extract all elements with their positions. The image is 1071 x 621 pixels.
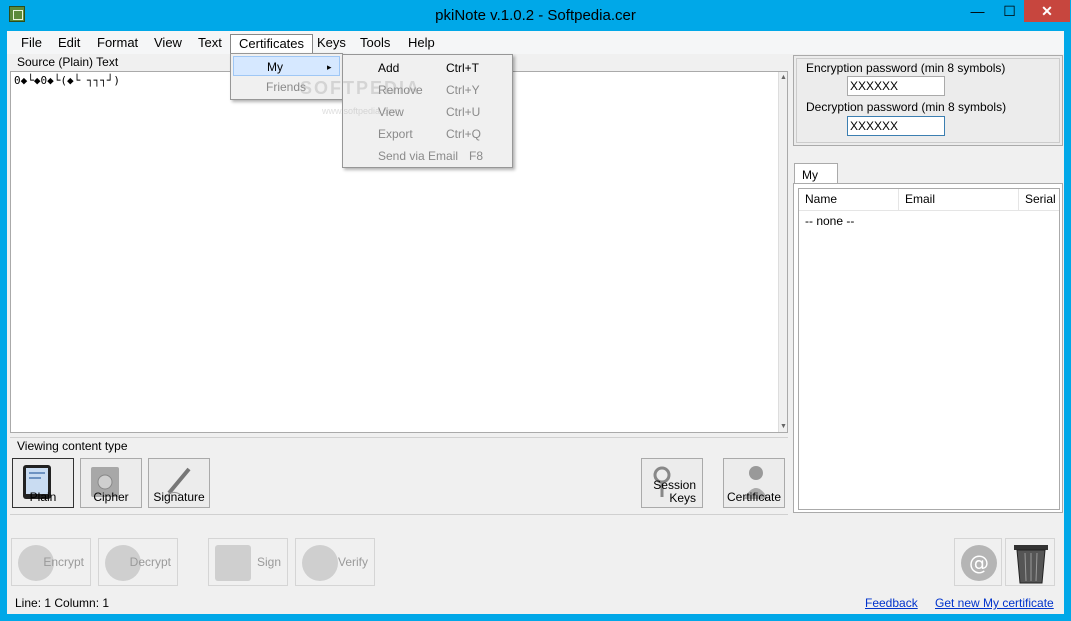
cursor-position: Line: 1 Column: 1 — [15, 596, 110, 610]
menu-item-my[interactable]: My ▸ — [233, 56, 340, 76]
trash-icon — [1014, 545, 1048, 584]
certificate-button[interactable]: Certificate — [723, 458, 785, 508]
plain-view-button[interactable]: Plain — [12, 458, 74, 508]
svg-text:@: @ — [969, 551, 989, 575]
decryption-password-label: Decryption password (min 8 symbols) — [806, 100, 1007, 114]
get-certificate-link[interactable]: Get new My certificate — [935, 596, 1054, 610]
tab-my[interactable]: My — [794, 163, 838, 184]
verify-button[interactable]: Verify — [295, 538, 375, 586]
send-email-label: Send via Email — [378, 149, 459, 163]
password-panel: Encryption password (min 8 symbols) XXXX… — [793, 55, 1063, 146]
divider — [10, 437, 788, 438]
view-shortcut: Ctrl+U — [446, 105, 481, 119]
column-name[interactable]: Name — [799, 189, 899, 210]
info-icon — [302, 545, 338, 581]
minimize-button[interactable]: — — [962, 0, 993, 22]
submenu-arrow-icon: ▸ — [327, 62, 332, 72]
list-item: -- none -- — [805, 214, 855, 228]
feedback-link[interactable]: Feedback — [865, 596, 918, 610]
add-label: Add — [378, 61, 400, 75]
menu-edit[interactable]: Edit — [50, 34, 88, 53]
watermark-url: www.softpedia.com — [322, 106, 400, 116]
encrypt-label: Encrypt — [43, 555, 84, 569]
export-shortcut: Ctrl+Q — [446, 127, 482, 141]
maximize-button[interactable]: ☐ — [994, 0, 1025, 22]
verify-label: Verify — [337, 555, 368, 569]
title-bar: pkiNote v.1.0.2 - Softpedia.cer — ☐ ✕ — [0, 0, 1071, 31]
at-sign-icon: @ — [961, 545, 997, 581]
menu-file[interactable]: File — [13, 34, 50, 53]
sign-label: Sign — [256, 555, 281, 569]
cipher-label: Cipher — [93, 490, 129, 504]
session-keys-button[interactable]: Session Keys — [641, 458, 703, 508]
signature-label: Signature — [153, 490, 205, 504]
divider — [10, 514, 788, 515]
submenu-item-export[interactable]: Export Ctrl+Q — [345, 124, 510, 144]
export-label: Export — [378, 127, 413, 141]
menu-certificates[interactable]: Certificates — [230, 34, 314, 53]
signature-view-button[interactable]: Signature — [148, 458, 210, 508]
menu-help[interactable]: Help — [400, 34, 443, 53]
menu-keys[interactable]: Keys — [309, 34, 354, 53]
remove-shortcut: Ctrl+Y — [446, 83, 480, 97]
status-bar: Line: 1 Column: 1 Feedback Get new My ce… — [7, 591, 1064, 614]
email-button[interactable]: @ — [954, 538, 1002, 586]
menu-format[interactable]: Format — [89, 34, 146, 53]
add-shortcut: Ctrl+T — [446, 61, 479, 75]
scroll-down-icon[interactable]: ▼ — [780, 423, 787, 430]
source-label: Source (Plain) Text — [17, 55, 119, 69]
decrypt-button[interactable]: Decrypt — [98, 538, 178, 586]
encryption-password-input[interactable]: XXXXXX — [847, 76, 945, 96]
decrypt-label: Decrypt — [129, 555, 171, 569]
cipher-view-button[interactable]: Cipher — [80, 458, 142, 508]
submenu-item-add[interactable]: Add Ctrl+T — [345, 58, 510, 78]
plain-label: Plain — [29, 490, 57, 504]
watermark: SOFTPEDIA — [300, 78, 422, 98]
submenu-item-send-email[interactable]: Send via Email F8 — [345, 146, 510, 166]
menu-text[interactable]: Text — [190, 34, 230, 53]
menu-view[interactable]: View — [146, 34, 190, 53]
list-header: Name Email Serial N — [799, 189, 1059, 211]
client-area: File Edit Format View Text Certificates … — [7, 31, 1064, 614]
encryption-password-label: Encryption password (min 8 symbols) — [806, 61, 1006, 75]
menu-tools[interactable]: Tools — [352, 34, 398, 53]
menu-bar: File Edit Format View Text Certificates … — [7, 31, 1064, 54]
sign-button[interactable]: Sign — [208, 538, 288, 586]
window-title: pkiNote v.1.0.2 - Softpedia.cer — [435, 7, 636, 24]
scroll-up-icon[interactable]: ▲ — [780, 74, 787, 81]
certificate-label: Certificate — [726, 490, 782, 504]
column-email[interactable]: Email — [899, 189, 1019, 210]
sign-check-icon — [215, 545, 251, 581]
decryption-password-input[interactable]: XXXXXX — [847, 116, 945, 136]
session-keys-label: Session Keys — [653, 478, 696, 505]
viewing-label: Viewing content type — [17, 439, 128, 453]
certificates-list[interactable]: Name Email Serial N -- none -- — [798, 188, 1060, 510]
certificates-tab-panel: Name Email Serial N -- none -- — [793, 183, 1063, 513]
trash-button[interactable] — [1005, 538, 1055, 586]
menu-item-my-label: My — [267, 60, 283, 74]
column-serial[interactable]: Serial N — [1019, 189, 1059, 210]
source-text-content: 0◆└◆0◆└(◆└ ┐┐┐┘) — [14, 74, 120, 87]
close-button[interactable]: ✕ — [1024, 0, 1070, 22]
source-scrollbar[interactable]: ▲ ▼ — [778, 72, 787, 432]
app-window: pkiNote v.1.0.2 - Softpedia.cer — ☐ ✕ Fi… — [0, 0, 1071, 621]
send-email-shortcut: F8 — [469, 149, 484, 163]
encrypt-button[interactable]: Encrypt — [11, 538, 91, 586]
